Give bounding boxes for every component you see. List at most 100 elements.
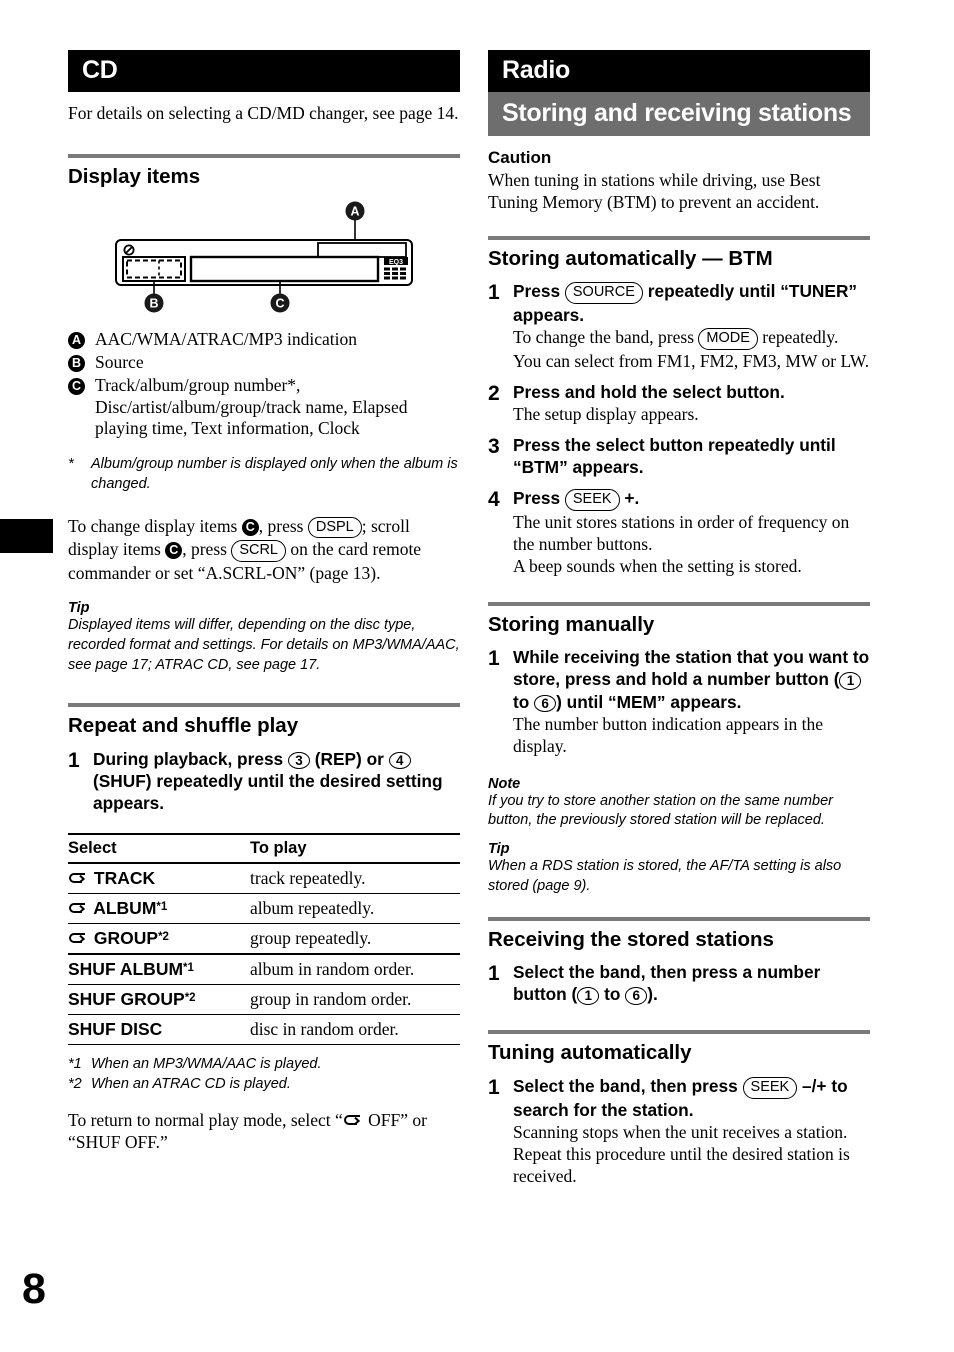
return-text-1: To return to normal play mode, select “ [68,1109,343,1130]
table-header-row: Select To play [68,834,460,865]
cd-intro-text: For details on selecting a CD/MD changer… [68,103,459,123]
heading-repeat-shuffle: Repeat and shuffle play [68,714,299,738]
footnote-mark: *2 [68,1076,82,1093]
heading-caution: Caution [488,148,552,167]
repeat-loop-icon [68,898,89,914]
return-normal-play-paragraph: To return to normal play mode, select “ … [68,1109,460,1154]
key-scrl[interactable]: SCRL [231,540,286,562]
step-text-a: While receiving the station that you wan… [513,647,870,690]
section-rule [488,1030,870,1035]
display-panel-illustration: EQ3 A B C [115,201,413,313]
manual-step-1: 1 While receiving the station that you w… [488,646,870,756]
step-number: 1 [488,647,500,671]
key-seek[interactable]: SEEK [742,1077,798,1099]
legend-item: A AAC/WMA/ATRAC/MP3 indication [68,329,460,351]
key-number-1[interactable]: 1 [839,672,862,690]
right-column: Radio Storing and receiving stations Cau… [488,50,870,1196]
step-description-2: A beep sounds when the setting is stored… [513,555,802,576]
mode-footnote-ref: *2 [184,992,196,1005]
step-number: 4 [488,488,500,512]
step-text-b: (REP) or [309,748,389,769]
page-number: 8 [22,1265,46,1313]
step-instruction: Select the band, then press SEEK –/+ to … [513,1075,870,1121]
heading-display-items: Display items [68,165,201,189]
key-number-6[interactable]: 6 [534,694,557,713]
step-number: 1 [488,962,500,986]
repeat-loop-icon [68,928,89,944]
tip-heading-radio: Tip [488,841,510,858]
step-description: The number button indication appears in … [513,713,824,756]
footnote-mark: *1 [68,1056,82,1073]
mode-name: GROUP [93,928,159,949]
figure-badge-a: A [350,204,359,218]
step-instruction: Select the band, then press a number but… [513,961,870,1005]
btm-step-2: 2 Press and hold the select button. The … [488,381,870,425]
note-text: If you try to store another station on t… [488,792,833,829]
key-dspl[interactable]: DSPL [307,516,362,539]
inline-badge-c: C [241,518,259,536]
cell-select: SHUF ALBUM*1 [68,953,250,986]
legend-item: C Track/album/group number*, Disc/artist… [68,375,460,441]
page-edge-tab-marker [0,519,53,553]
step-text-b: +. [619,488,640,509]
chapter-banner-cd: CD [68,50,460,92]
step-text-b: to [513,691,535,712]
section-rule [488,235,870,240]
key-mode[interactable]: MODE [698,328,758,350]
key-source[interactable]: SOURCE [564,282,643,304]
table-row: SHUF GROUP*2 group in random order. [68,984,460,1016]
tip-text-display: Displayed items will differ, depending o… [68,617,460,673]
key-number-4[interactable]: 4 [388,751,411,770]
section-rule [68,154,460,159]
tip-text-radio: When a RDS station is stored, the AF/TA … [488,858,842,894]
cell-to-play: album repeatedly. [250,893,460,925]
mode-footnote-ref: *1 [183,962,194,975]
step-text-a: Press [513,281,565,302]
cell-select: TRACK [68,863,250,895]
repeat-loop-icon [343,1109,364,1125]
table-footnote-1: *1 When an MP3/WMA/AAC is played. [68,1055,460,1075]
section-banner-storing-receiving: Storing and receiving stations [488,92,870,136]
key-number-6[interactable]: 6 [625,987,648,1005]
mode-name: SHUF GROUP [68,989,185,1010]
step-instruction: Press and hold the select button. [513,381,785,402]
section-rule [68,703,460,708]
tuning-step-1: 1 Select the band, then press SEEK –/+ t… [488,1075,870,1187]
footnote-text: Album/group number is displayed only whe… [91,456,458,493]
step-number: 3 [488,434,500,458]
change-text-2: , press [258,515,308,536]
table-row: TRACK track repeatedly. [68,863,460,895]
heading-tuning-automatically: Tuning automatically [488,1041,692,1065]
cell-select: SHUF DISC [68,1014,250,1046]
step-number: 2 [488,381,500,405]
cell-to-play: disc in random order. [250,1014,460,1046]
key-seek[interactable]: SEEK [564,489,620,511]
mode-name: SHUF ALBUM [68,959,184,980]
step-instruction: During playback, press 3 (REP) or 4 (SHU… [93,748,460,814]
table-row: GROUP*2 group repeatedly. [68,923,460,955]
step-desc-a: To change the band, press [513,327,699,348]
heading-receiving-stored: Receiving the stored stations [488,927,774,951]
table-row: SHUF DISC disc in random order. [68,1014,460,1046]
cell-to-play: track repeatedly. [250,863,460,895]
step-number: 1 [488,281,500,305]
step-number: 1 [68,748,80,772]
legend-badge-b: B [68,352,95,374]
step-text-c: ). [647,984,658,1005]
key-number-3[interactable]: 3 [287,751,310,770]
step-number: 1 [488,1076,500,1099]
step-instruction: Press SOURCE repeatedly until “TUNER” ap… [513,280,870,326]
left-column: CD For details on selecting a CD/MD chan… [68,50,460,1162]
play-mode-table: Select To play TRACK track repeatedly. A… [68,833,460,1046]
btm-step-3: 3 Press the select button repeatedly unt… [488,434,870,478]
chapter-banner-radio: Radio [488,50,870,92]
heading-storing-manually: Storing manually [488,612,655,636]
svg-text:EQ3: EQ3 [389,259,403,266]
change-text-1: To change display items [68,515,242,536]
repeat-loop-icon [68,868,89,884]
step-description: The setup display appears. [513,403,699,424]
legend-text-a: AAC/WMA/ATRAC/MP3 indication [95,328,358,349]
column-header-to-play: To play [250,834,460,865]
key-number-1[interactable]: 1 [577,987,600,1005]
step-text-a: Select the band, then press [513,1076,743,1096]
